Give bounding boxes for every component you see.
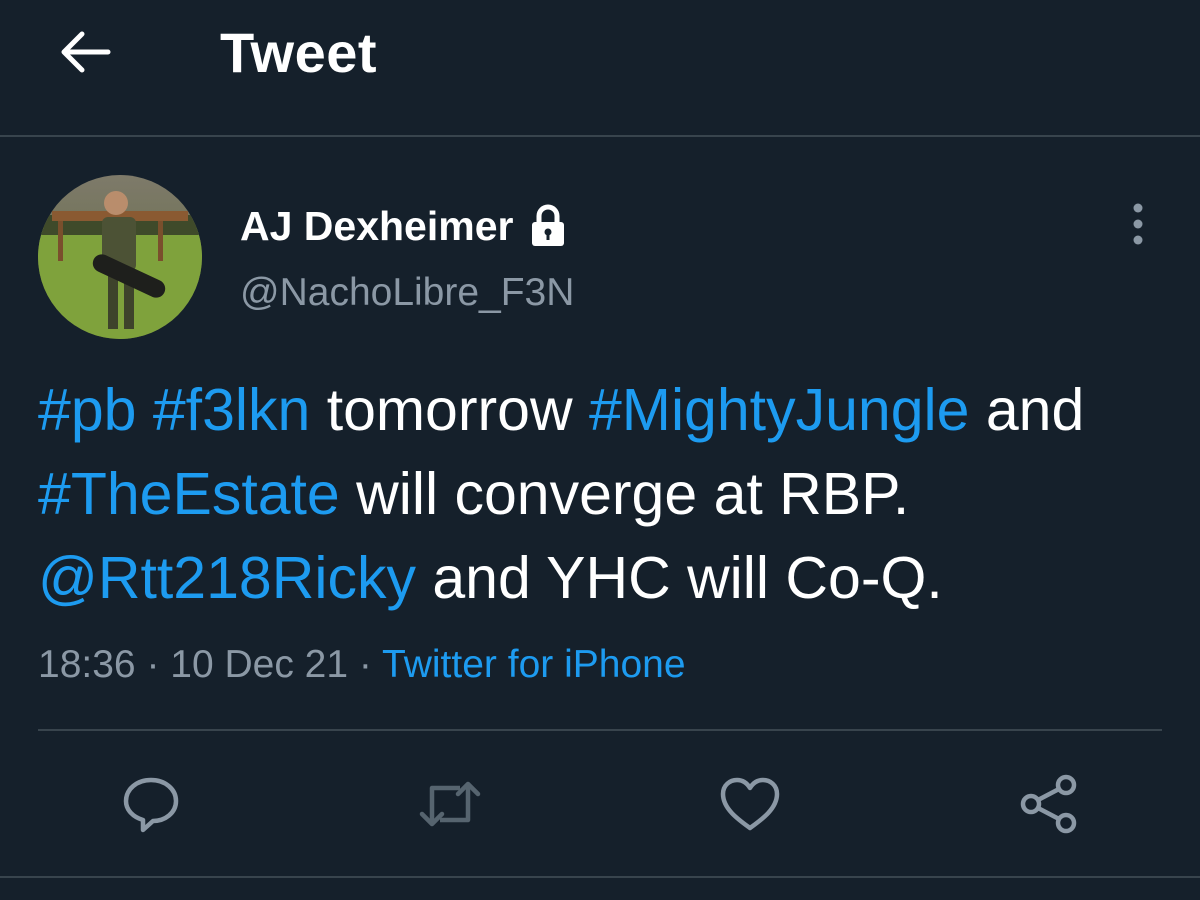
reply-button[interactable] [119,772,183,836]
tweet-actions-bar [0,760,1200,850]
tweet-text: #pb #f3lkn tomorrow #MightyJungle and #T… [38,368,1178,620]
author-name[interactable]: AJ Dexheimer [240,200,513,252]
more-vertical-icon [1133,203,1143,245]
like-button[interactable] [718,772,782,836]
bottom-divider [0,876,1200,878]
avatar-photo [38,175,202,339]
avatar[interactable] [38,175,202,339]
tweet-detail-page: Tweet AJ Dexheimer @NachoLibre_F3N #pb #… [0,0,1200,900]
hashtag-link[interactable]: #f3lkn [153,377,310,443]
heart-icon [720,777,780,831]
more-options-button[interactable] [1118,198,1158,250]
tweet-source-link[interactable]: Twitter for iPhone [382,643,685,686]
retweet-button[interactable] [418,772,482,836]
hashtag-link[interactable]: #TheEstate [38,461,340,527]
tweet-text-segment: and YHC will Co-Q. [415,545,943,611]
page-title: Tweet [220,21,378,84]
tweet-text-segment: and [969,377,1085,443]
top-bar: Tweet [0,0,1200,137]
tweet-text-segment: tomorrow [310,377,589,443]
mention-link[interactable]: @Rtt218Ricky [38,545,416,611]
tweet-time[interactable]: 18:36 [38,643,136,686]
divider [38,729,1162,731]
author-name-row: AJ Dexheimer [240,200,567,252]
tweet-text-segment: will converge at RBP. [339,461,910,527]
tweet-meta: 18:36 · 10 Dec 21 · Twitter for iPhone [38,640,686,690]
share-icon [1020,774,1077,834]
hashtag-link[interactable]: #MightyJungle [589,377,969,443]
retweet-icon [419,781,481,827]
lock-icon [529,204,567,248]
back-button[interactable] [52,22,120,82]
author-handle[interactable]: @NachoLibre_F3N [240,268,574,318]
arrow-left-icon [61,31,111,73]
share-button[interactable] [1017,772,1081,836]
reply-icon [123,777,179,833]
hashtag-link[interactable]: #pb [38,377,136,443]
meta-separator: · [358,643,383,686]
meta-separator: · [146,643,171,686]
tweet-text-segment [136,377,152,443]
tweet-date[interactable]: 10 Dec 21 [170,643,348,686]
